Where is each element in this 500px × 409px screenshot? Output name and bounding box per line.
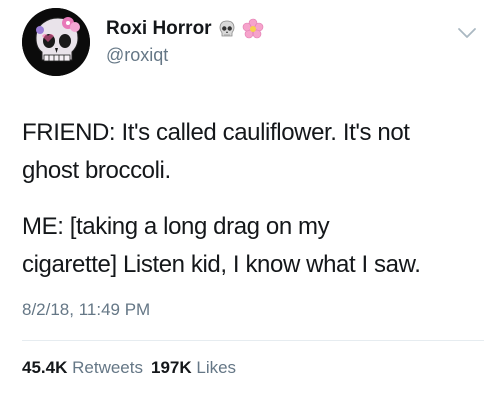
author-handle[interactable]: @roxiqt bbox=[106, 45, 168, 66]
tweet-text-line: FRIEND: It's called cauliflower. It's no… bbox=[22, 119, 410, 146]
chevron-down-icon[interactable] bbox=[456, 26, 478, 40]
retweets-label: Retweets bbox=[72, 358, 143, 377]
tweet-card: Roxi Horror @roxiqt FRIEND: It's called … bbox=[0, 0, 500, 409]
author-name-row[interactable]: Roxi Horror bbox=[106, 16, 264, 42]
tweet-text-paragraph-2: ME: [taking a long drag on my cigarette]… bbox=[22, 208, 482, 284]
tweet-timestamp[interactable]: 8/2/18, 11:49 PM bbox=[22, 300, 150, 320]
retweets-count: 45.4K bbox=[22, 358, 68, 377]
likes-label: Likes bbox=[196, 358, 237, 377]
divider bbox=[22, 340, 484, 341]
flower-icon bbox=[242, 18, 264, 40]
tweet-text-line: ME: [taking a long drag on my bbox=[22, 213, 330, 240]
retweets-stat[interactable]: 45.4K Retweets bbox=[22, 358, 143, 378]
tweet-text-paragraph-1: FRIEND: It's called cauliflower. It's no… bbox=[22, 114, 482, 190]
display-name[interactable]: Roxi Horror bbox=[106, 18, 212, 40]
likes-stat[interactable]: 197K Likes bbox=[151, 358, 236, 378]
skull-icon bbox=[217, 19, 237, 39]
avatar[interactable] bbox=[22, 8, 90, 76]
likes-count: 197K bbox=[150, 358, 192, 377]
skull-avatar-icon bbox=[22, 8, 90, 76]
tweet-stats: 45.4K Retweets 197K Likes bbox=[22, 358, 236, 378]
tweet-text-line: ghost broccoli. bbox=[22, 157, 171, 184]
tweet-text-line: cigarette] Listen kid, I know what I saw… bbox=[22, 251, 421, 278]
